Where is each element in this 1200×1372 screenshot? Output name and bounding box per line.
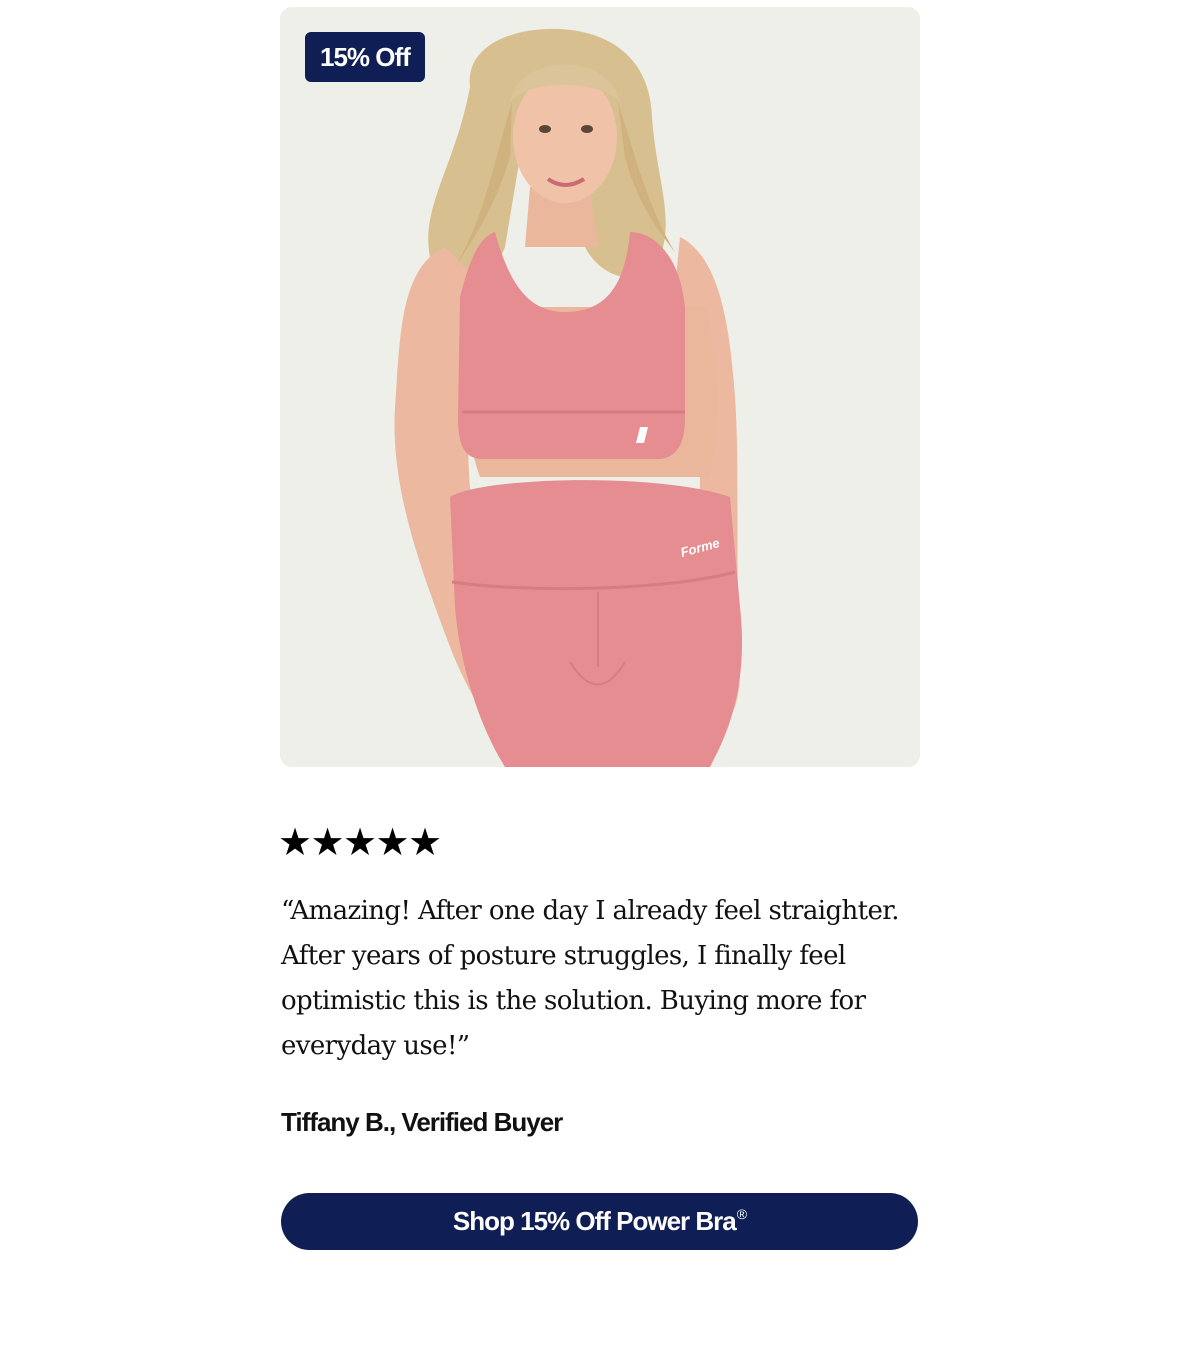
star-icon: ★ bbox=[278, 820, 313, 864]
star-icon: ★ bbox=[310, 820, 345, 864]
shop-button[interactable]: Shop 15% Off Power Bra ® bbox=[281, 1193, 918, 1250]
star-icon: ★ bbox=[343, 820, 378, 864]
star-icon: ★ bbox=[375, 820, 410, 864]
model-photo: Forme bbox=[280, 7, 920, 767]
reviewer-name: Tiffany B., Verified Buyer bbox=[281, 1107, 563, 1137]
discount-badge: 15% Off bbox=[305, 32, 425, 82]
product-image-card[interactable]: Forme 15% Off bbox=[280, 7, 920, 767]
shop-button-label: Shop 15% Off Power Bra bbox=[452, 1206, 737, 1236]
review-quote: “Amazing! After one day I already feel s… bbox=[281, 896, 900, 1061]
star-rating: ★ ★ ★ ★ ★ bbox=[278, 820, 443, 864]
star-icon: ★ bbox=[408, 820, 443, 864]
trademark-symbol: ® bbox=[736, 1205, 747, 1222]
